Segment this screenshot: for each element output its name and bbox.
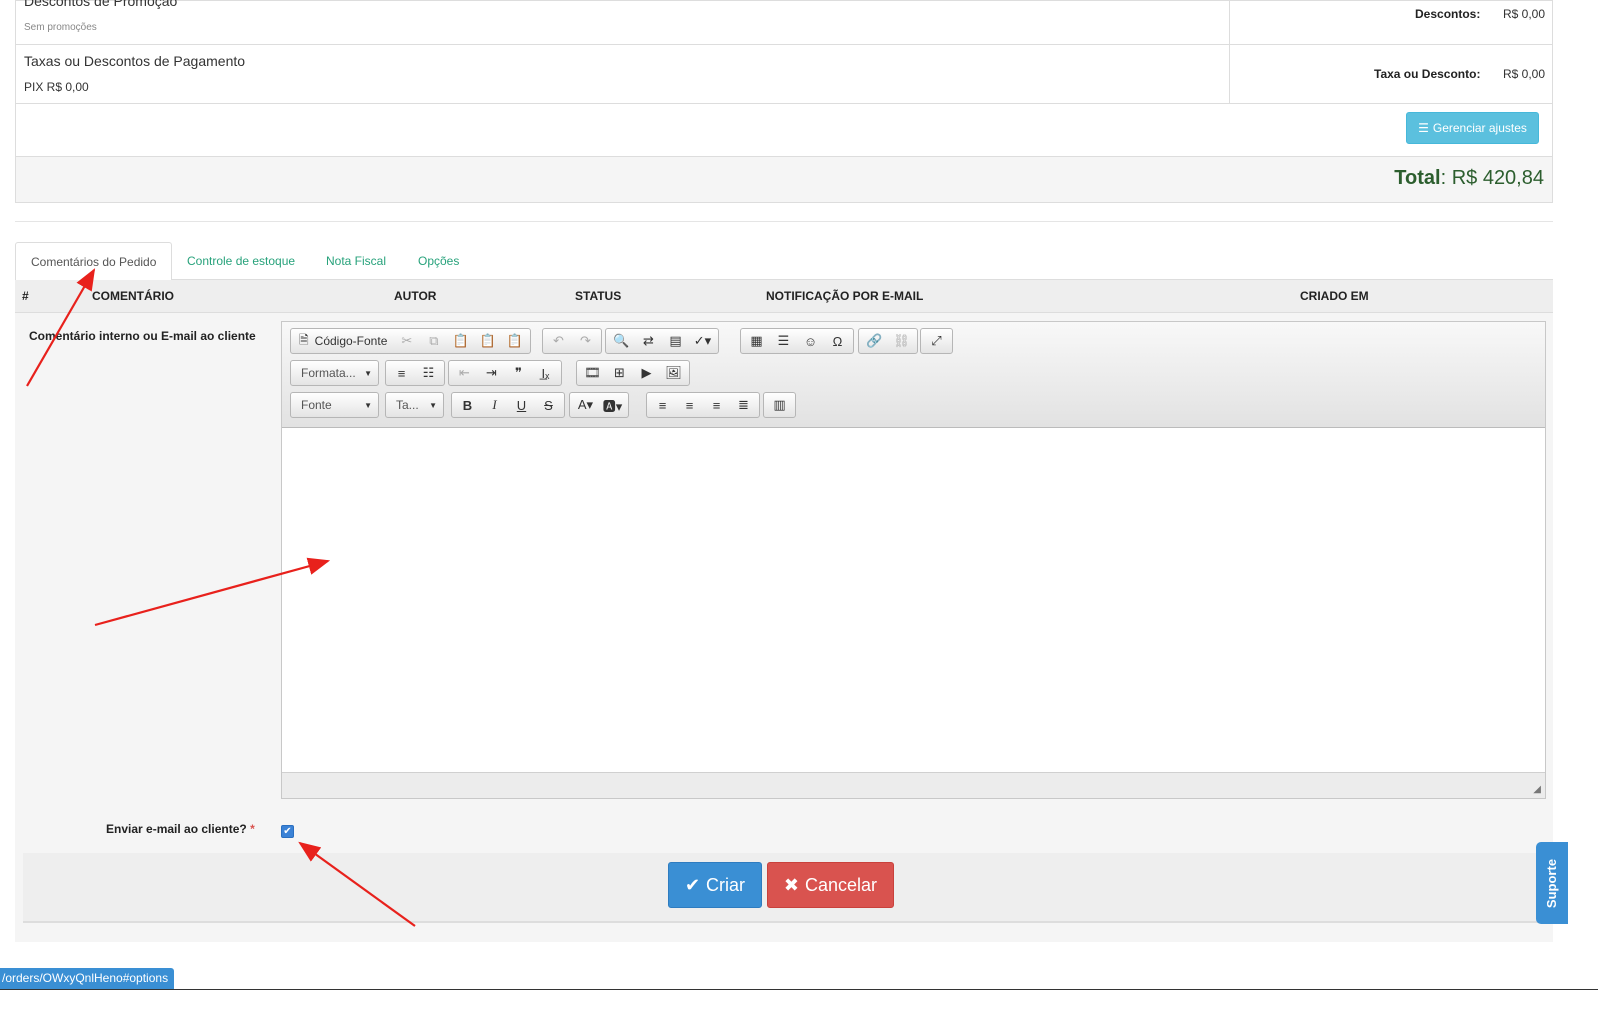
page: Descontos de Promoção Sem promoções Desc… xyxy=(0,0,1598,1009)
arrow-to-comments-tab xyxy=(26,268,96,387)
arrow-to-checkbox xyxy=(298,841,416,927)
arrow-to-editor xyxy=(94,557,331,627)
annotation-arrows xyxy=(26,268,416,927)
